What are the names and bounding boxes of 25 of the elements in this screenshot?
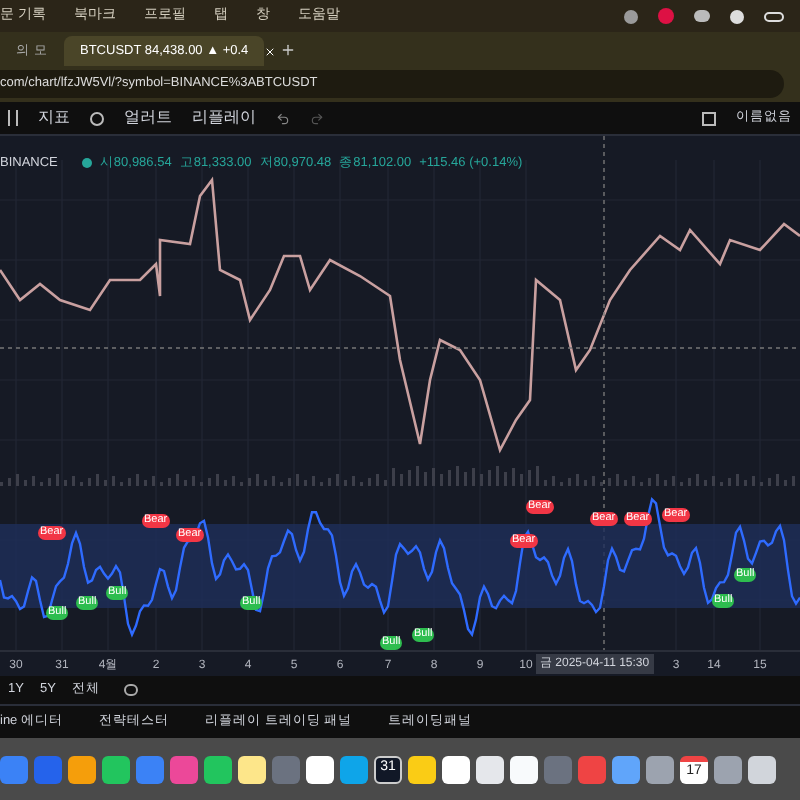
app-icon[interactable] <box>238 755 266 783</box>
app-icon[interactable] <box>102 755 130 783</box>
status-icon[interactable] <box>624 9 638 23</box>
app-icon[interactable] <box>442 755 470 783</box>
app-icon[interactable] <box>476 755 504 783</box>
indicators-button[interactable]: 지표 <box>38 106 70 130</box>
new-tab-icon[interactable] <box>280 41 296 57</box>
app-icon[interactable] <box>408 755 436 783</box>
bar-style-icon[interactable] <box>8 110 18 126</box>
alert-button[interactable]: 얼러트 <box>124 106 172 130</box>
app-icon[interactable] <box>204 755 232 783</box>
status-icon[interactable] <box>694 10 710 22</box>
app-icon[interactable] <box>748 755 776 783</box>
app-icon[interactable] <box>714 755 742 783</box>
battery-icon[interactable] <box>764 11 784 21</box>
replay-button[interactable]: 리플레이 <box>192 106 256 130</box>
undo-icon[interactable] <box>276 111 290 125</box>
layout-icon[interactable] <box>702 111 716 125</box>
app-icon[interactable] <box>306 755 334 783</box>
app-icon[interactable] <box>68 755 96 783</box>
app-icon[interactable] <box>646 755 674 783</box>
redo-icon[interactable] <box>310 111 324 125</box>
status-icon[interactable] <box>730 9 744 23</box>
close-icon[interactable] <box>264 45 277 57</box>
app-icon[interactable] <box>510 755 538 783</box>
